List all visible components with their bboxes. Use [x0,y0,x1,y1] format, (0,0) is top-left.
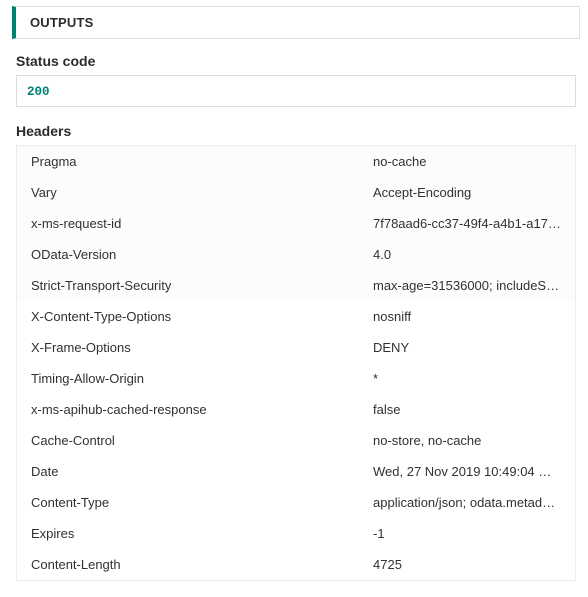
table-row: OData-Version4.0 [17,239,575,270]
headers-table: Pragmano-cacheVaryAccept-Encodingx-ms-re… [16,145,576,581]
header-value: 4725 [373,557,561,572]
header-value: 4.0 [373,247,561,262]
header-key: Vary [31,185,373,200]
header-key: Strict-Transport-Security [31,278,373,293]
table-row: X-Frame-OptionsDENY [17,332,575,363]
table-row: x-ms-request-id7f78aad6-cc37-49f4-a4b1-a… [17,208,575,239]
header-key: X-Frame-Options [31,340,373,355]
table-row: Timing-Allow-Origin* [17,363,575,394]
header-key: Expires [31,526,373,541]
table-row: DateWed, 27 Nov 2019 10:49:04 GMT [17,456,575,487]
table-row: Strict-Transport-Securitymax-age=3153600… [17,270,575,301]
header-key: Date [31,464,373,479]
outputs-panel: OUTPUTS [12,6,580,39]
table-row: Content-Typeapplication/json; odata.meta… [17,487,575,518]
header-value: DENY [373,340,561,355]
header-value: Accept-Encoding [373,185,561,200]
header-key: Timing-Allow-Origin [31,371,373,386]
header-key: x-ms-request-id [31,216,373,231]
header-value: * [373,371,561,386]
header-value: -1 [373,526,561,541]
status-code-value: 200 [27,85,50,99]
header-key: Content-Length [31,557,373,572]
header-value: max-age=31536000; includeSub... [373,278,561,293]
header-value: nosniff [373,309,561,324]
header-value: no-store, no-cache [373,433,561,448]
header-value: no-cache [373,154,561,169]
header-value: Wed, 27 Nov 2019 10:49:04 GMT [373,464,561,479]
header-key: X-Content-Type-Options [31,309,373,324]
outputs-panel-title: OUTPUTS [30,15,565,30]
header-key: Pragma [31,154,373,169]
table-row: Expires-1 [17,518,575,549]
header-key: Content-Type [31,495,373,510]
table-row: X-Content-Type-Optionsnosniff [17,301,575,332]
table-row: x-ms-apihub-cached-responsefalse [17,394,575,425]
header-key: OData-Version [31,247,373,262]
table-row: Cache-Controlno-store, no-cache [17,425,575,456]
table-row: VaryAccept-Encoding [17,177,575,208]
header-key: Cache-Control [31,433,373,448]
table-row: Pragmano-cache [17,146,575,177]
status-code-label: Status code [16,53,580,69]
header-value: application/json; odata.metadat... [373,495,561,510]
headers-label: Headers [16,123,580,139]
table-row: Content-Length4725 [17,549,575,580]
header-value: 7f78aad6-cc37-49f4-a4b1-a179... [373,216,561,231]
header-key: x-ms-apihub-cached-response [31,402,373,417]
header-value: false [373,402,561,417]
status-code-box: 200 [16,75,576,107]
